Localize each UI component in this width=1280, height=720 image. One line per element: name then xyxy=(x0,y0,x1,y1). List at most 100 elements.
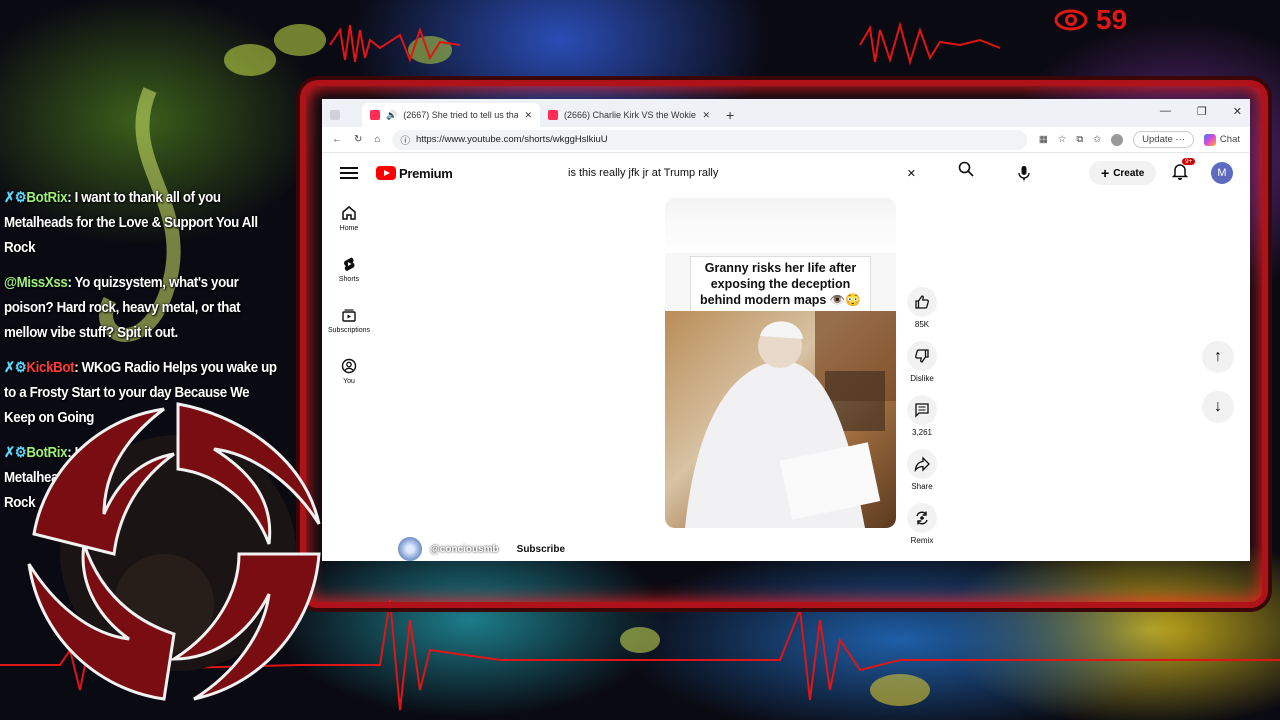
arrow-down-icon: ↓ xyxy=(1214,398,1222,415)
browser-toolbar: ▦ ☆ ⧉ ✩ Update ··· Chat xyxy=(1039,131,1240,148)
viewer-count-value: 59 xyxy=(1096,4,1128,35)
webcam-tribal-frame xyxy=(27,402,321,701)
previous-short-button[interactable]: ↑ xyxy=(1202,341,1234,373)
profile-icon[interactable] xyxy=(1111,133,1124,146)
microphone-icon[interactable] xyxy=(1010,159,1038,187)
tab-label: (2667) She tried to tell us that xyxy=(403,110,519,120)
chat-message: @MissXss: Yo quizsystem, what's your poi… xyxy=(4,275,241,341)
plus-icon: + xyxy=(1101,165,1110,181)
tab-label: (2666) Charlie Kirk VS the Wokies xyxy=(564,110,697,120)
close-tab-icon[interactable]: ✕ xyxy=(524,110,532,121)
update-label: Update xyxy=(1142,134,1173,145)
notifications-bell-icon[interactable]: 9+ xyxy=(1171,158,1196,185)
restore-icon[interactable]: ❐ xyxy=(1197,105,1207,118)
search-input[interactable]: is this really jfk jr at Trump rally ✕ xyxy=(556,159,928,187)
guide-label: You xyxy=(343,378,355,385)
next-short-button[interactable]: ↓ xyxy=(1202,391,1234,423)
update-button[interactable]: Update ··· xyxy=(1133,131,1194,148)
video-top-area xyxy=(665,198,896,253)
site-info-icon[interactable]: ⓘ xyxy=(400,133,410,147)
bot-icon: ✗⚙ xyxy=(4,190,27,206)
share-icon xyxy=(914,456,930,472)
subscriptions-icon xyxy=(342,309,356,322)
minimize-icon[interactable]: — xyxy=(1160,105,1171,118)
browser-window: 🔊 (2667) She tried to tell us that ✕ (26… xyxy=(322,99,1250,561)
eye-icon xyxy=(1054,9,1088,31)
viewer-count: 59 xyxy=(1054,4,1127,36)
youtube-play-icon xyxy=(376,166,396,180)
new-tab-icon[interactable]: + xyxy=(718,103,748,127)
short-caption: Granny risks her life after exposing the… xyxy=(690,256,871,312)
notification-badge: 9+ xyxy=(1182,158,1196,165)
video-still xyxy=(685,311,896,528)
guide-item-you[interactable]: You xyxy=(322,346,376,397)
comments-count: 3,261 xyxy=(911,428,933,437)
favorites-icon[interactable]: ✩ xyxy=(1093,134,1101,145)
remix-icon xyxy=(916,511,928,525)
short-actions: 85K Dislike 3,261 Share Remix xyxy=(898,287,946,557)
close-tab-icon[interactable]: ✕ xyxy=(702,110,710,121)
hamburger-menu-icon[interactable] xyxy=(340,167,358,179)
chat-user: @MissXss xyxy=(4,275,68,291)
youtube-favicon-icon xyxy=(370,110,380,120)
mini-guide: Home Shorts Subscriptions You xyxy=(322,193,376,397)
youtube-header: Premium is this really jfk jr at Trump r… xyxy=(322,153,1250,193)
favorite-icon[interactable]: ☆ xyxy=(1058,134,1067,145)
remix-label: Remix xyxy=(910,536,934,545)
bot-icon: ✗⚙ xyxy=(4,360,27,376)
create-label: Create xyxy=(1113,167,1145,179)
dislike-label: Dislike xyxy=(910,374,934,383)
video-frame[interactable] xyxy=(665,311,896,528)
tab-strip: 🔊 (2667) She tried to tell us that ✕ (26… xyxy=(322,99,1250,127)
url-text: https://www.youtube.com/shorts/wkggHslki… xyxy=(415,134,608,145)
chat-label: Chat xyxy=(1219,134,1240,145)
chat-user: KickBot xyxy=(26,360,75,376)
create-button[interactable]: + Create xyxy=(1089,161,1157,185)
guide-item-subscriptions[interactable]: Subscriptions xyxy=(322,295,376,346)
youtube-logo[interactable]: Premium xyxy=(376,166,453,181)
close-window-icon[interactable]: ✕ xyxy=(1233,105,1242,118)
dislike-icon xyxy=(915,349,929,363)
home-browser-icon[interactable]: ⌂ xyxy=(374,134,380,145)
guide-label: Home xyxy=(339,225,359,232)
extensions-icon[interactable]: ⧉ xyxy=(1076,134,1083,145)
tab-active[interactable]: 🔊 (2667) She tried to tell us that ✕ xyxy=(362,103,540,127)
you-icon xyxy=(341,358,357,374)
dislike-button[interactable]: Dislike xyxy=(907,341,937,395)
window-controls: — ❐ ✕ xyxy=(1160,105,1242,118)
refresh-icon[interactable]: ↻ xyxy=(354,134,362,145)
short-channel-bar: @conciousmb Subscribe xyxy=(398,537,576,561)
guide-label: Subscriptions xyxy=(327,327,371,334)
subscribe-button[interactable]: Subscribe xyxy=(506,538,576,560)
guide-item-home[interactable]: Home xyxy=(322,193,376,244)
search-query: is this really jfk jr at Trump rally xyxy=(568,167,719,179)
chat-button[interactable]: Chat xyxy=(1203,133,1240,146)
account-avatar[interactable]: M xyxy=(1211,162,1233,184)
guide-item-shorts[interactable]: Shorts xyxy=(322,244,376,295)
channel-avatar[interactable] xyxy=(398,537,422,561)
tab-actions-icon[interactable] xyxy=(322,103,362,127)
shorts-icon xyxy=(344,257,355,271)
address-bar-row: ← ↻ ⌂ ⓘ https://www.youtube.com/shorts/w… xyxy=(322,127,1250,153)
reader-icon[interactable]: ▦ xyxy=(1039,134,1048,145)
like-button[interactable]: 85K xyxy=(907,287,937,341)
guide-label: Shorts xyxy=(338,276,360,283)
copilot-icon xyxy=(1203,133,1216,146)
short-video-player[interactable]: Granny risks her life after exposing the… xyxy=(665,198,896,528)
youtube-favicon-icon xyxy=(548,110,558,120)
logo-text: Premium xyxy=(399,165,453,181)
like-icon xyxy=(915,295,929,309)
search-icon[interactable] xyxy=(958,161,974,181)
tab-inactive[interactable]: (2666) Charlie Kirk VS the Wokies ✕ xyxy=(540,103,718,127)
remix-button[interactable]: Remix xyxy=(907,503,937,557)
clear-search-icon[interactable]: ✕ xyxy=(907,167,916,180)
speaker-icon: 🔊 xyxy=(386,109,398,120)
share-button[interactable]: Share xyxy=(907,449,937,503)
comments-icon xyxy=(915,403,929,418)
url-field[interactable]: ⓘ https://www.youtube.com/shorts/wkggHsl… xyxy=(392,129,1027,150)
channel-name[interactable]: @conciousmb xyxy=(430,544,499,555)
comments-button[interactable]: 3,261 xyxy=(907,395,937,449)
back-icon[interactable]: ← xyxy=(332,134,342,145)
arrow-up-icon: ↑ xyxy=(1214,348,1222,365)
share-label: Share xyxy=(911,482,933,491)
